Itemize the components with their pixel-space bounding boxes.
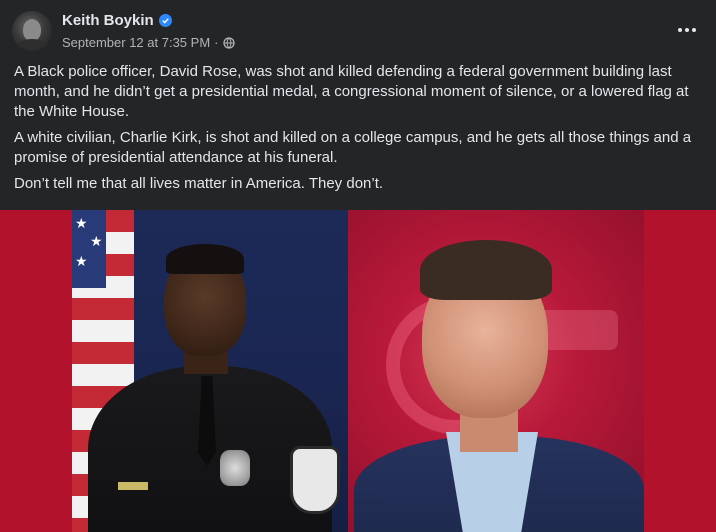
speaker-hair	[420, 240, 552, 300]
globe-icon[interactable]	[222, 36, 235, 49]
flag-star: ★	[90, 233, 103, 249]
post-paragraph: A Black police officer, David Rose, was …	[14, 63, 689, 120]
more-options-icon[interactable]	[672, 18, 702, 42]
avatar-face	[23, 19, 41, 41]
flag-star: ★	[75, 253, 88, 269]
shoulder-patch	[290, 446, 340, 514]
post-meta: September 12 at 7:35 PM ·	[62, 35, 235, 50]
author-line: Keith Boykin	[62, 12, 172, 29]
meta-separator: ·	[214, 35, 219, 50]
avatar-shoulders	[16, 39, 48, 51]
police-badge	[220, 450, 250, 486]
more-dot	[678, 28, 682, 32]
post-timestamp[interactable]: September 12 at 7:35 PM	[62, 35, 210, 50]
post-photo[interactable]: ★ ★ ★	[0, 210, 716, 532]
post-header: Keith Boykin September 12 at 7:35 PM ·	[0, 0, 716, 60]
speaker-photo	[348, 210, 644, 532]
more-dot	[692, 28, 696, 32]
post-paragraph: A white civilian, Charlie Kirk, is shot …	[14, 129, 692, 166]
officer-photo: ★ ★ ★	[72, 210, 348, 532]
author-name[interactable]: Keith Boykin	[62, 12, 154, 29]
post-paragraph: Don’t tell me that all lives matter in A…	[14, 175, 384, 192]
officer-hair	[166, 244, 244, 274]
post-body: A Black police officer, David Rose, was …	[14, 62, 704, 200]
more-dot	[685, 28, 689, 32]
nameplate	[118, 482, 148, 490]
flag-union: ★ ★ ★	[72, 210, 106, 288]
profile-avatar[interactable]	[12, 11, 52, 51]
flag-star: ★	[75, 215, 88, 231]
verified-badge-icon	[158, 14, 172, 27]
